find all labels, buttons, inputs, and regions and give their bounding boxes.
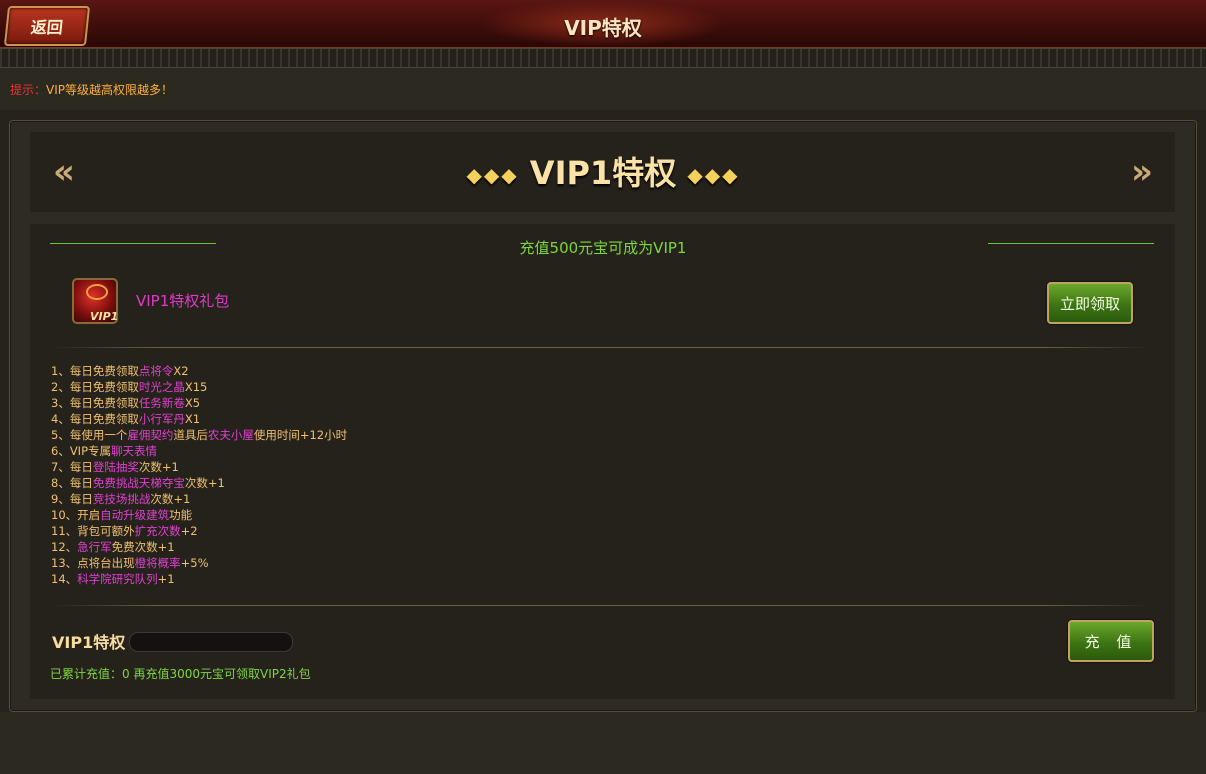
- perk-text: +5%: [180, 556, 209, 570]
- perk-text: 使用时间+12小时: [253, 428, 348, 442]
- perk-highlight: 雇佣契约: [127, 428, 174, 442]
- perk-item: 14、科学院研究队列+1: [51, 571, 347, 587]
- perk-text: 免费次数+1: [111, 540, 175, 554]
- perk-highlight: 科学院研究队列: [77, 572, 158, 586]
- perk-text: 次数+1: [184, 476, 225, 490]
- perk-text: 7、每日: [51, 460, 93, 474]
- perk-text: 4、每日免费领取: [51, 412, 139, 426]
- cumulative-recharge-text: 已累计充值：0 再充值3000元宝可领取VIP2礼包: [50, 667, 311, 681]
- recharge-requirement: 充值500元宝可成为VIP1: [519, 239, 687, 257]
- perk-highlight: 点将令: [138, 364, 174, 378]
- hint-bar: [0, 68, 1206, 110]
- perk-item: 1、每日免费领取点将令X2: [51, 363, 347, 379]
- perk-highlight: 农夫小屋: [207, 428, 254, 442]
- perk-list: 1、每日免费领取点将令X2 2、每日免费领取时光之晶X15 3、每日免费领取任务新卷…: [51, 363, 347, 587]
- perk-highlight: 扩充次数: [134, 524, 181, 538]
- perk-text: 6、VIP专属: [51, 444, 112, 458]
- perk-text: 10、开启: [51, 508, 101, 522]
- perk-item: 5、每使用一个雇佣契约道具后农夫小屋使用时间+12小时: [51, 427, 347, 443]
- perk-item: 8、每日免费挑战天梯夺宝次数+1: [51, 475, 347, 491]
- perk-text: X2: [173, 364, 189, 378]
- perk-text: 13、点将台出现: [51, 556, 135, 570]
- gift-name: VIP1特权礼包: [136, 292, 230, 310]
- perk-text: 11、背包可额外: [51, 524, 135, 538]
- hint-text: 提示：VIP等级越高权限越多！: [10, 81, 173, 98]
- claim-button[interactable]: 立即领取: [1047, 282, 1133, 324]
- perk-text: +1: [157, 572, 175, 586]
- perk-highlight: 免费挑战天梯夺宝: [92, 476, 185, 490]
- perk-text: 次数+1: [150, 492, 191, 506]
- perk-highlight: 时光之晶: [138, 380, 185, 394]
- diamond-ornament-icon: ◆◆◆: [687, 163, 740, 187]
- perk-item: 4、每日免费领取小行军丹X1: [51, 411, 347, 427]
- perk-text: 功能: [169, 508, 193, 522]
- perk-item: 13、点将台出现橙将概率+5%: [51, 555, 347, 571]
- perk-item: 10、开启自动升级建筑功能: [51, 507, 347, 523]
- perk-text: 14、: [51, 572, 78, 586]
- perk-item: 3、每日免费领取任务新卷X5: [51, 395, 347, 411]
- decorative-border: [0, 48, 1206, 68]
- perk-highlight: 任务新卷: [138, 396, 185, 410]
- hint-body: VIP等级越高权限越多！: [46, 83, 174, 97]
- diamond-ornament-icon: ◆◆◆: [466, 163, 519, 187]
- bottom-area: [0, 712, 1206, 774]
- perk-text: 道具后: [173, 428, 208, 442]
- separator: [52, 605, 1152, 606]
- perk-text: X15: [184, 380, 208, 394]
- perk-text: 3、每日免费领取: [51, 396, 139, 410]
- recharge-button[interactable]: 充 值: [1068, 620, 1154, 662]
- gift-icon-label: VIP1: [90, 310, 119, 323]
- separator: [52, 347, 1152, 348]
- perk-text: 5、每使用一个: [51, 428, 128, 442]
- perk-text: X5: [184, 396, 201, 410]
- page-title: VIP特权: [564, 16, 642, 40]
- perk-highlight: 自动升级建筑: [100, 508, 170, 522]
- perk-text: X1: [184, 412, 201, 426]
- gift-ribbon: [86, 284, 108, 300]
- perk-text: 8、每日: [51, 476, 93, 490]
- perk-highlight: 竞技场挑战: [92, 492, 151, 506]
- perk-item: 11、背包可额外扩充次数+2: [51, 523, 347, 539]
- perk-text: 2、每日免费领取: [51, 380, 139, 394]
- vip-progress-bar: [129, 632, 293, 652]
- current-vip-label: VIP1特权: [52, 633, 126, 652]
- perk-item: 12、急行军免费次数+1: [51, 539, 347, 555]
- gift-box-icon: VIP1: [72, 278, 118, 324]
- perk-text: 次数+1: [138, 460, 179, 474]
- hint-prefix: 提示：: [10, 83, 47, 97]
- perk-item: 7、每日登陆抽奖次数+1: [51, 459, 347, 475]
- perk-highlight: 小行军丹: [138, 412, 185, 426]
- perk-text: 12、: [51, 540, 78, 554]
- perk-highlight: 聊天表情: [111, 444, 158, 458]
- perk-highlight: 橙将概率: [134, 556, 181, 570]
- perk-item: 9、每日竞技场挑战次数+1: [51, 491, 347, 507]
- perk-highlight: 登陆抽奖: [92, 460, 139, 474]
- perk-text: 1、每日免费领取: [51, 364, 139, 378]
- perk-item: 2、每日免费领取时光之晶X15: [51, 379, 347, 395]
- perk-item: 6、VIP专属聊天表情: [51, 443, 347, 459]
- perk-text: +2: [180, 524, 198, 538]
- perk-highlight: 急行军: [77, 540, 112, 554]
- perk-text: 9、每日: [51, 492, 93, 506]
- vip-level-heading: ◆◆◆ VIP1特权 ◆◆◆: [0, 148, 1206, 194]
- vip-heading-text: VIP1特权: [529, 154, 677, 192]
